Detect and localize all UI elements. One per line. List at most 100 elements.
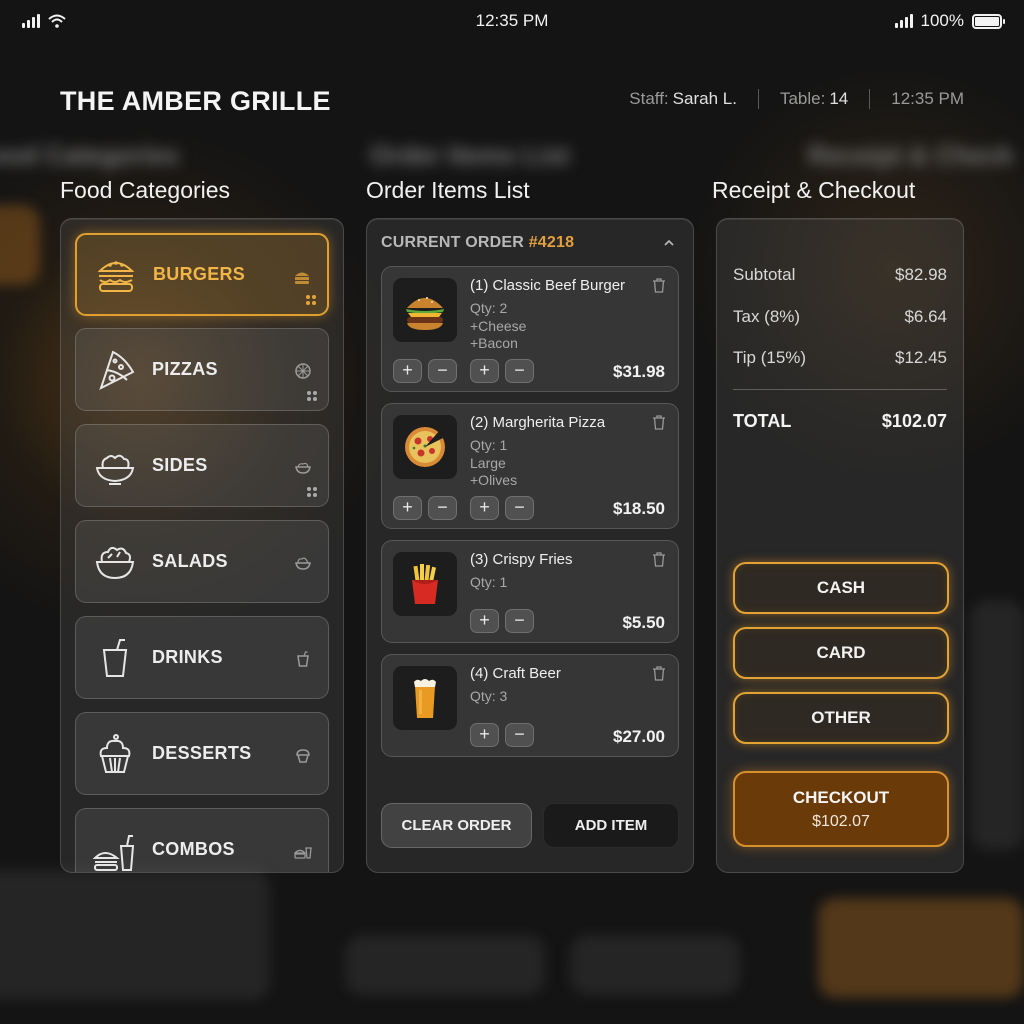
order-header: CURRENT ORDER #4218 bbox=[381, 234, 574, 252]
item-modifier: Large bbox=[470, 455, 506, 471]
pizza-photo-icon bbox=[393, 415, 457, 479]
category-label: SALADS bbox=[152, 551, 228, 571]
category-combos[interactable]: COMBOS bbox=[75, 808, 329, 872]
other-payment-button[interactable]: OTHER bbox=[733, 692, 949, 744]
category-salads[interactable]: SALADS bbox=[75, 520, 329, 603]
cupcake-mini-icon bbox=[296, 749, 310, 763]
order-item[interactable]: (2) Margherita Pizza Qty: 1 Large +Olive… bbox=[381, 403, 679, 529]
battery-icon bbox=[971, 13, 1005, 29]
pizza-icon bbox=[92, 347, 138, 393]
qty-minus-button[interactable]: − bbox=[505, 496, 534, 520]
total-label: TOTAL bbox=[733, 411, 792, 431]
item-price: $27.00 bbox=[613, 727, 665, 746]
order-item[interactable]: (1) Classic Beef Burger Qty: 2 +Cheese +… bbox=[381, 266, 679, 392]
checkout-amount: $102.07 bbox=[812, 812, 870, 830]
subtotal-label: Subtotal bbox=[733, 265, 796, 284]
wifi-icon bbox=[48, 14, 66, 28]
trash-icon[interactable] bbox=[652, 552, 666, 567]
item-name: (1) Classic Beef Burger bbox=[470, 277, 626, 294]
burger-photo-icon bbox=[393, 278, 457, 342]
qty-plus-button[interactable]: + bbox=[470, 723, 499, 747]
item-price: $5.50 bbox=[622, 613, 665, 632]
item-price: $31.98 bbox=[613, 362, 665, 381]
total-row: TOTAL $102.07 bbox=[733, 411, 947, 432]
tax-value: $6.64 bbox=[904, 307, 947, 326]
cash-button[interactable]: CASH bbox=[733, 562, 949, 614]
salad-mini-icon bbox=[295, 557, 311, 570]
side-minus-button[interactable]: − bbox=[428, 496, 457, 520]
fries-photo-icon bbox=[393, 552, 457, 616]
item-modifier: +Bacon bbox=[470, 335, 518, 351]
section-title-categories: Food Categories bbox=[60, 177, 231, 203]
order-panel: CURRENT ORDER #4218 (1) Classic Beef Bur… bbox=[366, 218, 694, 873]
combo-mini-icon bbox=[294, 847, 312, 859]
category-desserts[interactable]: DESSERTS bbox=[75, 712, 329, 795]
sides-mini-icon bbox=[295, 462, 311, 474]
tip-label: Tip (15%) bbox=[733, 348, 807, 367]
categories-panel: BURGERS PIZZAS SIDES SALADS DRINKS DESSE… bbox=[60, 218, 344, 873]
side-plus-button[interactable]: + bbox=[393, 359, 422, 383]
drink-cup-icon bbox=[92, 635, 138, 681]
section-title-order: Order Items List bbox=[366, 177, 530, 203]
category-drinks[interactable]: DRINKS bbox=[75, 616, 329, 699]
burger-mini-icon bbox=[295, 272, 309, 284]
staff-name: Sarah L. bbox=[672, 89, 737, 108]
tax-label: Tax (8%) bbox=[733, 307, 801, 326]
qty-minus-button[interactable]: − bbox=[505, 609, 534, 633]
qty-plus-button[interactable]: + bbox=[470, 609, 499, 633]
tip-row: Tip (15%) $12.45 bbox=[733, 348, 947, 368]
qty-minus-button[interactable]: − bbox=[505, 359, 534, 383]
burger-icon bbox=[93, 252, 139, 298]
drink-mini-icon bbox=[297, 651, 309, 667]
category-burgers[interactable]: BURGERS bbox=[75, 233, 329, 316]
trash-icon[interactable] bbox=[652, 666, 666, 681]
pizza-mini-icon bbox=[295, 363, 311, 379]
checkout-button[interactable]: CHECKOUT $102.07 bbox=[733, 771, 949, 847]
trash-icon[interactable] bbox=[652, 415, 666, 430]
chevron-up-icon[interactable] bbox=[663, 237, 675, 249]
receipt-panel: Subtotal $82.98 Tax (8%) $6.64 Tip (15%)… bbox=[716, 218, 964, 873]
item-price: $18.50 bbox=[613, 499, 665, 518]
side-minus-button[interactable]: − bbox=[428, 359, 457, 383]
category-sides[interactable]: SIDES bbox=[75, 424, 329, 507]
cellular-signal-icon bbox=[22, 14, 40, 28]
qty-plus-button[interactable]: + bbox=[470, 359, 499, 383]
category-label: DESSERTS bbox=[152, 743, 252, 763]
item-modifier: +Cheese bbox=[470, 318, 527, 334]
checkout-label: CHECKOUT bbox=[792, 787, 890, 807]
salad-icon bbox=[92, 539, 138, 585]
item-name: (4) Craft Beer bbox=[470, 665, 561, 682]
trash-icon[interactable] bbox=[652, 278, 666, 293]
status-time: 12:35 PM bbox=[475, 11, 549, 30]
more-dots-icon bbox=[307, 391, 317, 401]
clear-order-button[interactable]: CLEAR ORDER bbox=[381, 803, 532, 848]
app-title: THE AMBER GRILLE bbox=[60, 86, 331, 116]
category-pizzas[interactable]: PIZZAS bbox=[75, 328, 329, 411]
divider bbox=[757, 89, 759, 109]
header-meta: Staff: Sarah L. Table: 14 12:35 PM bbox=[629, 89, 964, 109]
header-time: 12:35 PM bbox=[891, 89, 964, 108]
side-plus-button[interactable]: + bbox=[393, 496, 422, 520]
category-label: SIDES bbox=[152, 455, 208, 475]
category-label: COMBOS bbox=[152, 839, 235, 859]
category-label: BURGERS bbox=[153, 264, 246, 284]
section-title-receipt: Receipt & Checkout bbox=[712, 177, 916, 203]
item-qty: Qty: 3 bbox=[470, 688, 508, 704]
cupcake-icon bbox=[92, 731, 138, 777]
order-title: CURRENT ORDER bbox=[381, 234, 525, 251]
item-qty: Qty: 1 bbox=[470, 574, 508, 590]
add-item-button[interactable]: ADD ITEM bbox=[543, 803, 679, 848]
item-name: (3) Crispy Fries bbox=[470, 551, 573, 568]
order-number: #4218 bbox=[528, 234, 575, 251]
tip-value: $12.45 bbox=[895, 348, 947, 367]
qty-plus-button[interactable]: + bbox=[470, 496, 499, 520]
divider bbox=[733, 389, 947, 390]
tax-row: Tax (8%) $6.64 bbox=[733, 307, 947, 327]
item-modifier: +Olives bbox=[470, 472, 518, 488]
order-item[interactable]: (4) Craft Beer Qty: 3 + − $27.00 bbox=[381, 654, 679, 757]
sides-bowl-icon bbox=[92, 443, 138, 489]
card-button[interactable]: CARD bbox=[733, 627, 949, 679]
status-bar: 12:35 PM 100% bbox=[0, 0, 1024, 42]
qty-minus-button[interactable]: − bbox=[505, 723, 534, 747]
order-item[interactable]: (3) Crispy Fries Qty: 1 + − $5.50 bbox=[381, 540, 679, 643]
